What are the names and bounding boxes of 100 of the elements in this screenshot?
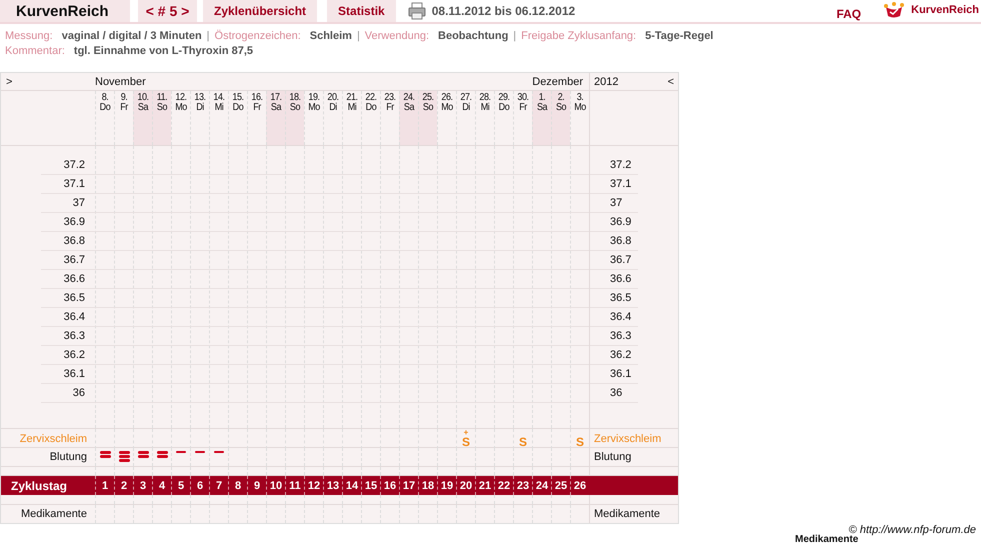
copyright-link[interactable]: © http://www.nfp-forum.de — [0, 525, 976, 535]
temperature-label: 36.3 — [41, 327, 95, 346]
day-header: 22. Do — [361, 91, 380, 145]
cycle-day: 23 — [513, 476, 532, 495]
section-heading: Medikamente — [795, 535, 860, 545]
info-value: Beobachtung — [438, 30, 508, 42]
row-label: Medikamente — [589, 505, 678, 523]
cycle-day: 22 — [494, 476, 513, 495]
cycle-day: 25 — [551, 476, 570, 495]
cycle-day: 1 — [95, 476, 114, 495]
cycle-day: 11 — [285, 476, 304, 495]
temperature-label: 37.2 — [41, 156, 95, 175]
info-value: Schleim — [310, 30, 352, 42]
cycle-day: 17 — [399, 476, 418, 495]
cycle-day: 6 — [190, 476, 209, 495]
separator: | — [206, 30, 210, 42]
printer-icon[interactable] — [408, 2, 426, 20]
day-header: 11. So — [152, 91, 171, 145]
cycle-day: 26 — [570, 476, 589, 495]
temperature-label: 36.2 — [590, 346, 638, 365]
info-value: vaginal / digital / 3 Minuten — [62, 30, 202, 42]
row-label: Blutung — [48, 450, 88, 465]
row-label: Blutung — [589, 448, 678, 466]
temperature-label: 36.2 — [41, 346, 95, 365]
day-header: 21. Mi — [342, 91, 361, 145]
cervix-mark: S — [462, 437, 470, 447]
scroll-right-button[interactable]: < — [668, 76, 674, 88]
day-header: 17. Sa — [266, 91, 285, 145]
cycle-day: 13 — [323, 476, 342, 495]
day-header: 26. Mo — [437, 91, 456, 145]
row-label: Zervixschleim — [18, 432, 88, 447]
temperature-label: 37 — [41, 194, 95, 213]
temperature-label: 36.6 — [41, 270, 95, 289]
day-header: 25. So — [418, 91, 437, 145]
info-label: Messung: — [5, 30, 53, 42]
info-label: Östrogenzeichen: — [214, 30, 301, 42]
day-header: 10. Sa — [133, 91, 152, 145]
temperature-label: 36.9 — [41, 213, 95, 232]
temperature-label: 37 — [590, 194, 638, 213]
app-title: KurvenReich — [0, 0, 130, 22]
day-header: 24. Sa — [399, 91, 418, 145]
cycle-day: 24 — [532, 476, 551, 495]
separator: | — [513, 30, 516, 42]
cycle-navigation[interactable]: < # 5 > — [138, 0, 197, 22]
cervix-modifier: + — [464, 429, 468, 437]
row-label: Zervixschleim — [589, 429, 678, 449]
cycle-day: 19 — [437, 476, 456, 495]
cycle-day: 3 — [133, 476, 152, 495]
date-range: 08.11.2012 bis 06.12.2012 — [432, 4, 576, 18]
cycle-day: 16 — [380, 476, 399, 495]
day-header: 27. Di — [456, 91, 475, 145]
info-label: Verwendung: — [364, 30, 430, 42]
month-label: Dezember — [532, 76, 583, 88]
year-label: 2012 — [594, 76, 618, 88]
row-label: Medikamente — [20, 507, 88, 522]
cycle-day: 15 — [361, 476, 380, 495]
cycle-day: 8 — [228, 476, 247, 495]
day-header: 29. Do — [494, 91, 513, 145]
temperature-label: 36 — [590, 384, 638, 403]
cycle-day: 9 — [247, 476, 266, 495]
day-header: 2. So — [551, 91, 570, 145]
temperature-label: 36.6 — [590, 270, 638, 289]
info-label: Kommentar: — [5, 44, 65, 56]
temperature-label: 36.7 — [41, 251, 95, 270]
brand-name: KurvenReich — [911, 4, 979, 16]
cycle-day: 2 — [114, 476, 133, 495]
day-header: 12. Mo — [171, 91, 190, 145]
temperature-label: 37.1 — [41, 175, 95, 194]
row-label: Zyklustag — [10, 478, 68, 494]
temperature-label: 36.8 — [590, 232, 638, 251]
nav-tab[interactable]: Statistik — [327, 0, 396, 22]
cycle-day: 12 — [304, 476, 323, 495]
temperature-label: 36.4 — [41, 308, 95, 327]
month-label: November — [95, 76, 146, 88]
temperature-label: 36.5 — [41, 289, 95, 308]
cycle-day: 10 — [266, 476, 285, 495]
day-header: 28. Mi — [475, 91, 494, 145]
separator: | — [356, 30, 360, 42]
info-value: tgl. Einnahme von L-Thyroxin 87,5 — [74, 44, 254, 56]
day-header: 3. Mo — [570, 91, 589, 145]
day-header: 14. Mi — [209, 91, 228, 145]
cervix-mark: S — [518, 437, 527, 447]
day-header: 13. Di — [190, 91, 209, 145]
day-header: 1. Sa — [532, 91, 551, 145]
temperature-label: 36.5 — [590, 289, 638, 308]
cycle-day: 18 — [418, 476, 437, 495]
temperature-label: 37.2 — [590, 156, 638, 175]
info-label: Freigabe Zyklusanfang: — [521, 30, 636, 42]
faq-link[interactable]: FAQ — [836, 7, 862, 21]
temperature-label: 36.7 — [590, 251, 638, 270]
nav-tab[interactable]: Zyklenübersicht — [203, 0, 318, 22]
day-header: 20. Di — [323, 91, 342, 145]
info-value: 5-Tage-Regel — [645, 30, 714, 42]
cycle-day: 4 — [152, 476, 171, 495]
temperature-label: 36 — [41, 384, 95, 403]
scroll-left-button[interactable]: > — [1, 76, 95, 88]
cycle-day: 5 — [171, 476, 190, 495]
cervix-mark: S — [576, 437, 584, 447]
cycle-day: 21 — [475, 476, 494, 495]
cycle-day: 20 — [456, 476, 475, 495]
